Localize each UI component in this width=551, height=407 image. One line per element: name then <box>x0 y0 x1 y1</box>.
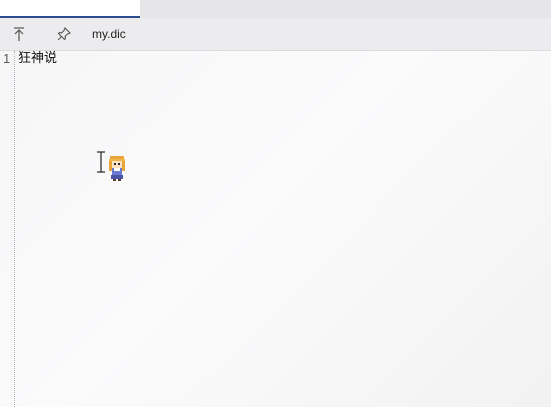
line-number: 1 <box>3 51 11 66</box>
line-number-gutter: 1 <box>0 51 15 407</box>
toolbar: my.dic <box>0 18 551 51</box>
pin-icon <box>57 27 71 41</box>
text-editor[interactable]: 1 狂神说 <box>0 51 551 407</box>
file-name: my.dic <box>92 27 126 41</box>
text-cursor-icon <box>97 151 105 173</box>
active-tab[interactable] <box>0 0 140 18</box>
pin-button[interactable] <box>52 22 76 46</box>
move-to-top-button[interactable] <box>7 22 31 46</box>
code-line[interactable]: 狂神说 <box>18 51 57 67</box>
arrow-to-top-icon <box>14 27 24 41</box>
tab-strip <box>0 0 551 18</box>
pixel-character-icon <box>109 156 125 181</box>
